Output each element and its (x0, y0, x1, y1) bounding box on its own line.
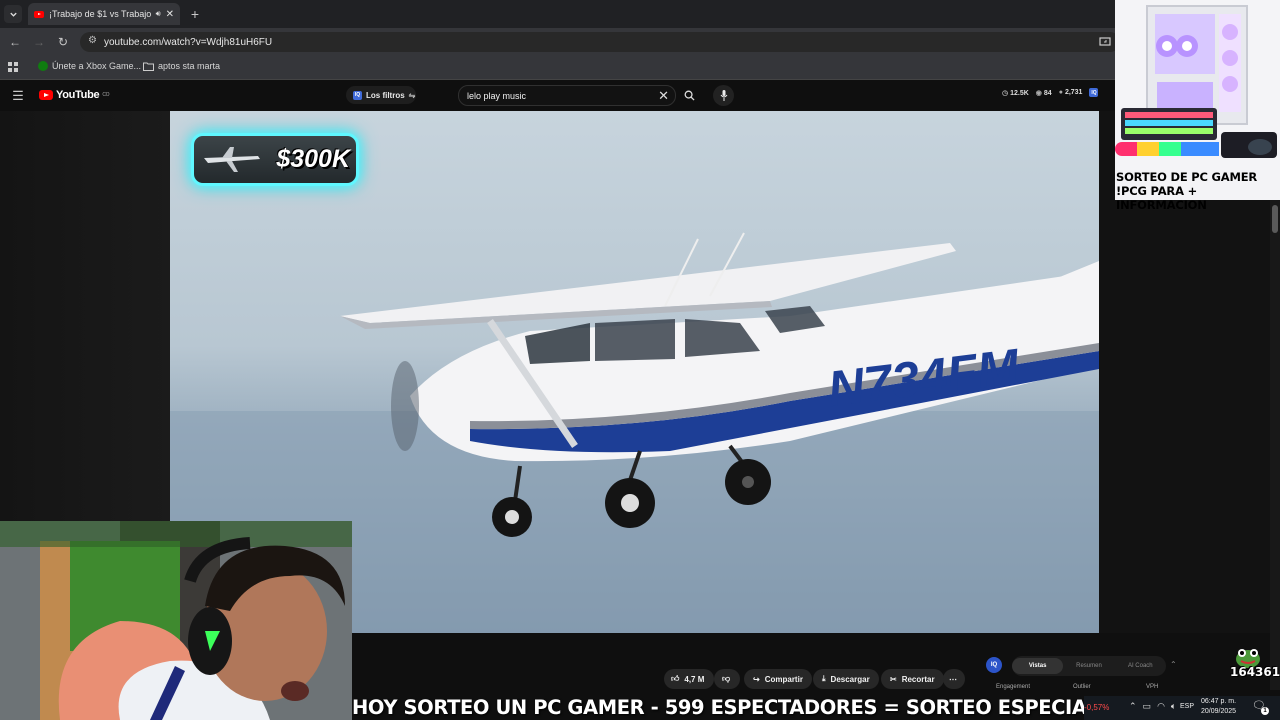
download-button[interactable]: ⤓ Descargar (813, 669, 879, 689)
share-button[interactable]: ↪ Compartir (744, 669, 812, 689)
jet-icon (204, 147, 260, 172)
bookmark-xbox[interactable]: Únete a Xbox Game... (38, 61, 141, 71)
address-bar[interactable]: ⚙︎ youtube.com/watch?v=Wdjh81uH6FU (80, 32, 1120, 52)
hamburger-menu-icon[interactable]: ☰ (10, 88, 26, 104)
stat-subscribers: ◷ 12.5K (1002, 89, 1029, 97)
tab-title: ¡Trabajo de $1 vs Trabajo de (49, 9, 151, 19)
clear-search-icon[interactable]: ✕ (658, 88, 669, 104)
more-actions-button[interactable]: ⋯ (943, 669, 965, 689)
person-icon: ● (1058, 89, 1063, 96)
dislike-button[interactable]: 👎︎ (714, 669, 740, 689)
input-language[interactable]: ESP (1180, 703, 1194, 710)
page-left-margin (0, 111, 170, 521)
iq-extension-icon[interactable]: IQ (1089, 88, 1099, 97)
share-label: Compartir (764, 674, 803, 684)
thumbs-down-icon: 👎︎ (722, 674, 731, 683)
like-count: 4,7 M (684, 674, 705, 684)
collapse-chevron-icon[interactable]: ⌃ (1170, 660, 1177, 669)
youtube-logo[interactable]: YouTube CO (39, 89, 110, 101)
viewer-badge-count: 164361 (1230, 665, 1280, 679)
clock-time: 06:47 p. m. (1201, 698, 1237, 705)
iq-logo-icon: IQ (986, 657, 1002, 673)
download-label: Descargar (830, 674, 870, 684)
price-tag: $300K (191, 133, 359, 186)
more-dots-icon: ⋯ (949, 674, 957, 684)
clip-label: Recortar (901, 674, 935, 684)
viewer-badge: 164361 (1226, 645, 1280, 685)
scissors-icon: ✂ (890, 674, 897, 684)
iq-badge-icon: IQ (353, 90, 362, 100)
giveaway-ad-text: SORTEO DE PC GAMER !PCG PARA + INFORMACI… (1116, 170, 1258, 212)
stat-likes: ● 2,731 (1058, 89, 1083, 96)
folder-icon (143, 62, 154, 71)
volume-icon: 🔈︎ (1170, 701, 1177, 711)
gaming-pc-image (1115, 0, 1280, 170)
youtube-play-icon (39, 90, 53, 100)
bookmark-folder-label: aptos sta marta (158, 61, 221, 71)
close-tab-icon[interactable]: ✕ (166, 9, 174, 20)
xbox-icon (38, 61, 48, 71)
tab-ai-coach[interactable]: AI Coach (1115, 663, 1166, 669)
new-tab-button[interactable]: + (186, 5, 204, 23)
clip-button[interactable]: ✂ Recortar (881, 669, 944, 689)
url-text: youtube.com/watch?v=Wdjh81uH6FU (104, 36, 273, 48)
cast-icon[interactable] (1097, 34, 1113, 50)
system-tray[interactable]: ⌃ ▭ ◠ 🔈︎ (1129, 701, 1176, 712)
share-icon: ↪ (753, 674, 760, 684)
iq-tabs: Vistas Resumen AI Coach (1012, 656, 1166, 676)
channel-stats: ◷ 12.5K ◉ 84 ● 2,731 IQ (1002, 88, 1099, 97)
notification-count: 1 (1261, 707, 1269, 715)
browser-tab-youtube[interactable]: ¡Trabajo de $1 vs Trabajo de 🔊︎ ✕ (28, 3, 180, 25)
clock[interactable]: 06:47 p. m. 20/09/2025 (1201, 697, 1236, 717)
tray-chevron-icon: ⌃ (1129, 701, 1137, 711)
download-icon: ⤓ (822, 674, 826, 683)
apps-grid-icon[interactable] (6, 60, 20, 74)
scrollbar-thumb[interactable] (1272, 205, 1278, 233)
metric-engagement: Engagement (996, 684, 1031, 690)
speaker-icon[interactable]: 🔊︎ (156, 9, 161, 19)
thumbs-up-icon: 👍︎ (671, 674, 680, 683)
sliders-icon: ⇋ (408, 90, 416, 100)
bookmark-folder[interactable]: aptos sta marta (143, 61, 220, 71)
site-info-icon[interactable]: ⚙︎ (88, 35, 97, 46)
country-code: CO (102, 92, 110, 98)
search-button[interactable] (676, 85, 702, 106)
youtube-favicon-icon (34, 10, 44, 18)
youtube-wordmark: YouTube (56, 89, 100, 101)
streamer-webcam-image (0, 521, 352, 720)
eye-icon: ◉ (1035, 89, 1042, 97)
bookmark-xbox-label: Únete a Xbox Game... (52, 61, 142, 71)
filters-label: Los filtros (366, 90, 405, 100)
metric-vph: VPH (1146, 684, 1159, 690)
voice-search-button[interactable] (713, 85, 734, 106)
chevron-down-icon (9, 12, 17, 17)
streamer-webcam (0, 521, 352, 720)
like-button[interactable]: 👍︎ 4,7 M (664, 669, 714, 689)
microphone-icon (720, 90, 727, 101)
tab-search-button[interactable] (4, 5, 22, 23)
clock-icon: ◷ (1002, 89, 1009, 97)
search-icon (684, 90, 695, 101)
search-input[interactable]: lelo play music ✕ (458, 85, 676, 106)
clock-date: 20/09/2025 (1201, 708, 1237, 715)
giveaway-ticker: HOY SORTEO UN PC GAMER - 599 ESPECTADORE… (352, 696, 1099, 719)
network-icon: ▭ (1142, 701, 1152, 711)
forward-button[interactable]: → (30, 33, 48, 51)
tab-resumen[interactable]: Resumen (1063, 663, 1114, 669)
back-button[interactable]: ← (6, 33, 24, 51)
page-scrollbar[interactable] (1270, 200, 1280, 690)
stat-live-viewers: ◉ 84 (1035, 89, 1052, 97)
reload-button[interactable]: ↻ (54, 33, 72, 51)
metric-outlier: Outlier (1073, 684, 1091, 690)
price-tag-text: $300K (276, 145, 350, 173)
filters-button[interactable]: IQ Los filtros ⇋ (346, 86, 416, 104)
wifi-icon: ◠ (1157, 701, 1165, 711)
search-query: lelo play music (467, 90, 527, 101)
tab-vistas[interactable]: Vistas (1012, 658, 1064, 674)
stock-change: -0,57% (1084, 703, 1110, 712)
